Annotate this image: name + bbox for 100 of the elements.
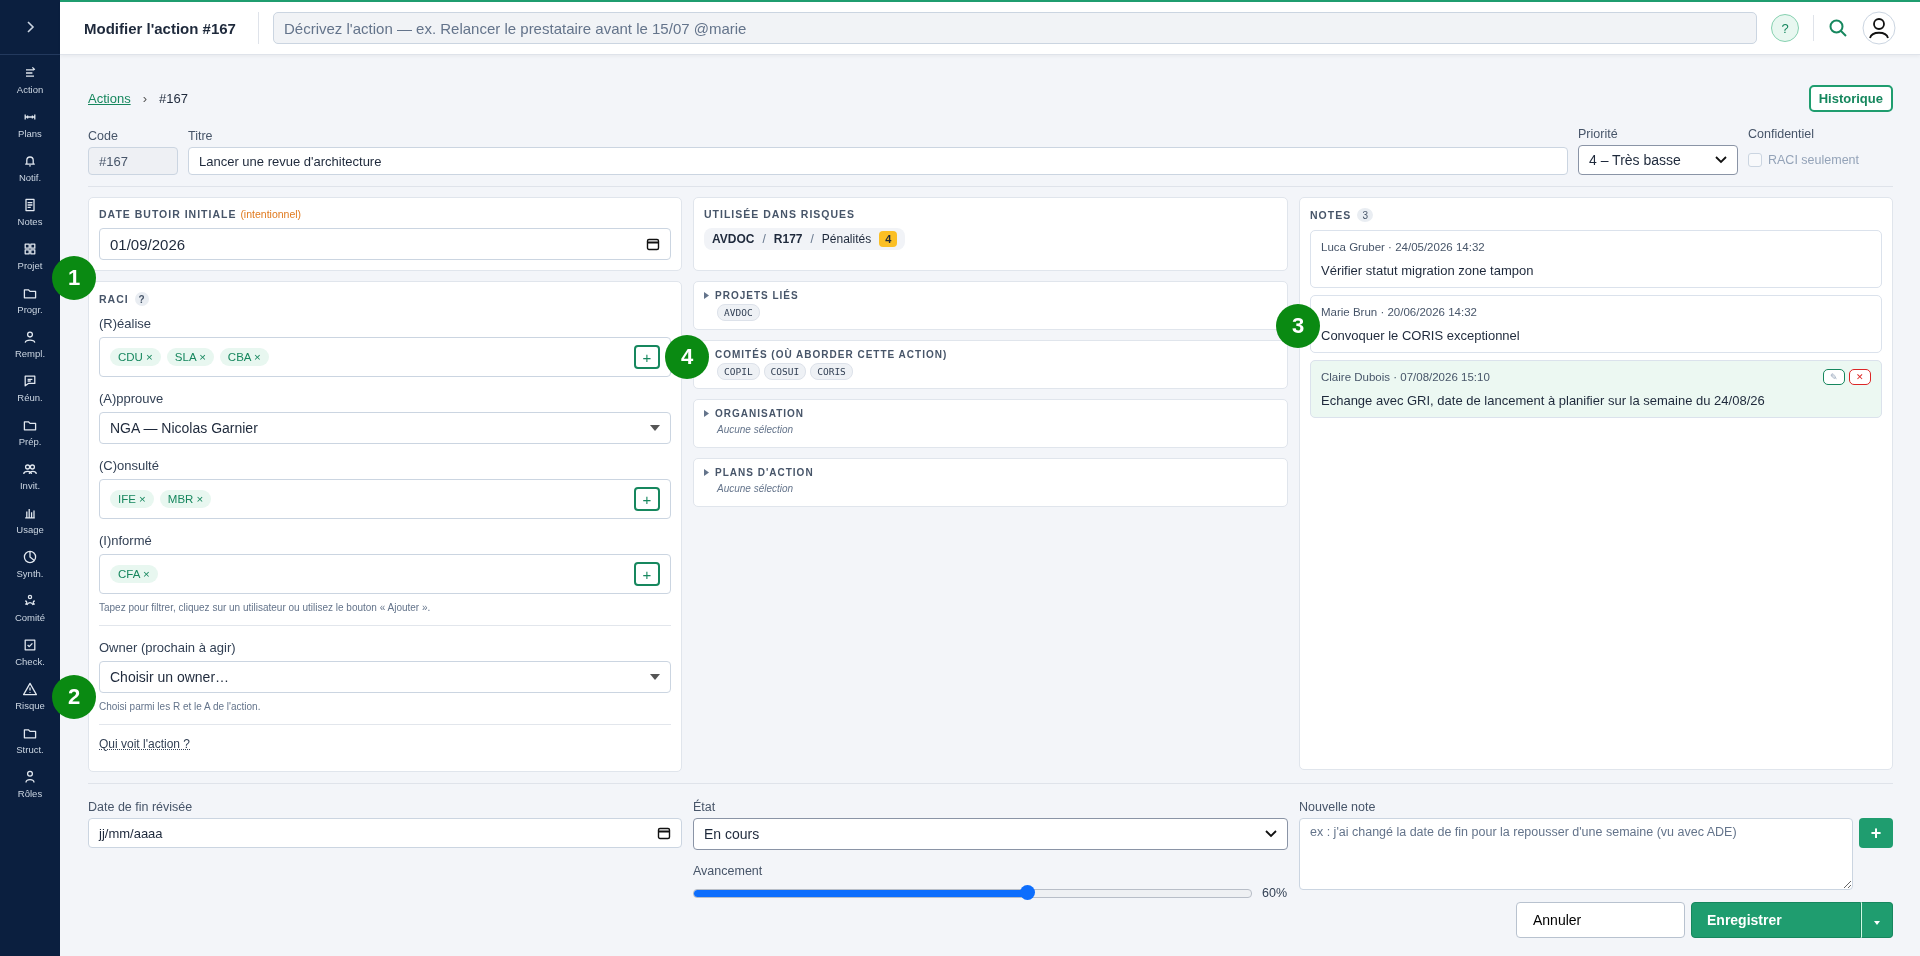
owner-select[interactable]: Choisir un owner… [99, 661, 671, 693]
sidebar-item[interactable]: Rempl. [14, 329, 46, 373]
date-field[interactable]: 01/09/2026 [99, 228, 671, 260]
sidebar-item[interactable]: Plans [18, 109, 42, 153]
progress-slider[interactable] [693, 888, 1252, 898]
tag-field[interactable]: CFA × + [99, 554, 671, 594]
sidebar-item[interactable]: Check. [15, 637, 45, 681]
field-label: Date de fin révisée [88, 800, 194, 814]
section-title: DATE BUTOIR INITIALE [99, 208, 237, 220]
breadcrumb-separator: › [142, 90, 147, 106]
collapsible-section[interactable]: ORGANISATION Aucune sélection [693, 399, 1288, 448]
help-badge[interactable]: ? [134, 292, 149, 306]
field-label: Nouvelle note [1299, 800, 1377, 814]
collapsible-section[interactable]: PLANS D'ACTION Aucune sélection [693, 458, 1288, 507]
note-text: Convoquer le CORIS exceptionnel [1321, 328, 1521, 343]
breadcrumb-current: #167 [159, 90, 188, 106]
user-tag[interactable]: CBA × [219, 348, 269, 366]
add-button[interactable]: + [634, 345, 660, 369]
code-chip: AVDOC [717, 304, 760, 321]
section-title: NOTES [1310, 209, 1352, 221]
priority-select[interactable]: 4 – Très basse [1578, 145, 1738, 175]
search-icon[interactable] [1828, 18, 1848, 38]
calendar-icon [646, 237, 660, 251]
user-tag[interactable]: MBR × [159, 490, 212, 508]
field-label: Avancement [693, 864, 764, 878]
help-button[interactable]: ? [1771, 14, 1799, 42]
state-select[interactable]: En cours [693, 818, 1288, 850]
field-label: (C)onsulté [99, 458, 160, 473]
caret-icon[interactable] [704, 410, 709, 417]
sidebar-item[interactable]: Rôles [17, 769, 43, 813]
code-chip: COSUI [763, 363, 807, 380]
collapsible-section[interactable]: COMITÉS (OÙ ABORDER CETTE ACTION) COPIL COSUI CORIS [693, 340, 1288, 389]
sidebar-item[interactable]: Notif. [18, 153, 42, 197]
sidebar-item[interactable]: Projet [17, 241, 43, 285]
note-meta: Luca Gruber · 24/05/2026 14:32 [1321, 241, 1485, 253]
section-title: COMITÉS (OÙ ABORDER CETTE ACTION) [715, 349, 948, 360]
empty-text: Aucune sélection [717, 483, 794, 494]
sidebar-item[interactable]: Progr. [17, 285, 43, 329]
breadcrumb-link[interactable]: Actions [88, 90, 131, 106]
note-icon [22, 197, 38, 213]
cancel-button[interactable]: Annuler [1516, 902, 1685, 938]
note-input[interactable]: ex : j'ai changé la date de fin pour la repousser d'une semaine (vu avec ADE) [1299, 818, 1853, 890]
caret-icon[interactable] [704, 292, 709, 299]
section-title: PLANS D'ACTION [715, 467, 814, 478]
add-button[interactable]: + [634, 487, 660, 511]
tag-field[interactable]: IFE × MBR × + [99, 479, 671, 519]
field-label: (I)nformé [99, 533, 153, 548]
delete-button[interactable]: ✕ [1849, 369, 1871, 385]
note-text: Vérifier statut migration zone tampon [1321, 263, 1535, 278]
count-badge: 3 [1357, 208, 1374, 222]
field-label: Priorité [1578, 127, 1619, 141]
user-tag[interactable]: IFE × [110, 490, 154, 508]
sidebar-item[interactable]: Prép. [18, 417, 42, 461]
field-label: Titre [188, 129, 214, 143]
calendar-icon [657, 826, 671, 840]
user-tag[interactable]: SLA × [166, 348, 214, 366]
approver-select[interactable]: NGA — Nicolas Garnier [99, 412, 671, 444]
sidebar-item[interactable]: Action [16, 65, 44, 109]
progress-reading: 60% [1262, 886, 1288, 900]
page-title: Modifier l'action #167 [84, 19, 237, 37]
sidebar-item[interactable]: Réun. [17, 373, 43, 417]
tag-field[interactable]: CDU × SLA × CBA × + [99, 337, 671, 377]
history-button[interactable]: Historique [1808, 84, 1893, 112]
field-label: État [693, 800, 717, 814]
user-tag[interactable]: CDU × [110, 348, 161, 366]
sidebar-item[interactable]: Notes [17, 197, 43, 241]
date-field[interactable]: jj/mm/aaaa [88, 818, 682, 848]
field-label: Code [88, 129, 119, 143]
user-tag[interactable]: CFA × [110, 565, 158, 583]
pie-chart-icon [22, 549, 38, 565]
field-label: Confidentiel [1748, 127, 1815, 141]
save-options-button[interactable] [1861, 902, 1893, 938]
sidebar-item[interactable]: Synth. [16, 549, 44, 593]
note-text: Echange avec GRI, date de lancement à planifier sur la semaine du 24/08/26 [1321, 393, 1766, 408]
risk-path-chip[interactable]: AVDOC / R177 / Pénalités 4 [704, 228, 906, 250]
warning-icon [22, 681, 38, 697]
title-field[interactable]: Lancer une revue d'architecture [188, 147, 1568, 175]
sidebar-item[interactable]: Struct. [16, 725, 44, 769]
people-icon [22, 461, 38, 477]
user-avatar-icon[interactable] [1862, 11, 1896, 45]
sidebar-item[interactable]: Usage [16, 505, 44, 549]
sidebar-item[interactable]: Invit. [19, 461, 41, 505]
sidebar-item[interactable]: Comité [14, 593, 46, 637]
caret-icon[interactable] [704, 469, 709, 476]
add-button[interactable]: + [634, 562, 660, 586]
hint-text: Tapez pour filtrer, cliquez sur un utilisateur ou utilisez le bouton « Ajouter ». [99, 602, 432, 613]
hint-text: Choisi parmi les R et le A de l'action. [99, 701, 262, 712]
caret-icon [1874, 920, 1880, 925]
search-field[interactable]: Décrivez l'action — ex. Relancer le prestataire avant le 15/07 @marie [273, 12, 1757, 44]
checkbox[interactable] [1748, 153, 1762, 167]
section-title: ORGANISATION [715, 408, 805, 419]
sidebar-item[interactable]: Risque [15, 681, 45, 725]
section-title: PROJETS LIÉS [715, 290, 799, 301]
chat-icon [22, 373, 38, 389]
visibility-link[interactable]: Qui voit l'action ? [99, 737, 190, 751]
checkbox-label: RACI seulement [1768, 153, 1859, 167]
field-label: (A)pprouve [99, 391, 165, 406]
field-label: Owner (prochain à agir) [99, 640, 237, 655]
code-field[interactable]: #167 [88, 147, 178, 175]
collapsible-section[interactable]: PROJETS LIÉS AVDOC [693, 281, 1288, 330]
